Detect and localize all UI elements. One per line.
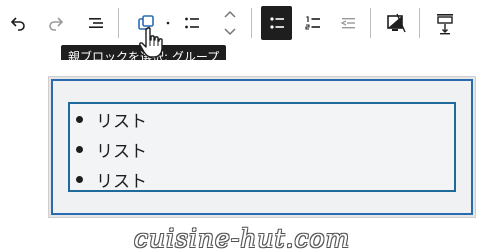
document-overview-button[interactable] [82, 6, 110, 40]
color-fill-icon [387, 13, 406, 33]
redo-icon [49, 17, 64, 31]
toolbar-divider [370, 8, 371, 38]
chevron-up-down-icon [224, 10, 236, 36]
watermark: cuisine-hut.com [134, 224, 351, 252]
list-item-text[interactable]: リスト [96, 137, 147, 162]
outdent-icon [340, 18, 355, 29]
block-mover[interactable] [216, 6, 244, 40]
bullet-icon [76, 145, 83, 153]
unordered-list-button[interactable] [261, 6, 292, 40]
block-toolbar [0, 0, 488, 48]
bullet-icon [76, 115, 83, 123]
list-item-text[interactable]: リスト [96, 107, 147, 132]
list-block-icon [185, 17, 199, 29]
list-item-text[interactable]: リスト [96, 167, 147, 192]
outdent-button[interactable] [334, 6, 362, 40]
spacing-button[interactable] [430, 6, 460, 40]
bullet-icon [76, 175, 83, 183]
toolbar-divider [419, 8, 420, 38]
numbered-list-icon [305, 16, 320, 30]
redo-button[interactable] [42, 6, 70, 40]
undo-icon [10, 17, 25, 31]
list-view-icon [89, 18, 103, 28]
hand-cursor-icon [139, 27, 163, 58]
block-type-button[interactable] [178, 6, 206, 40]
toolbar-divider [118, 8, 119, 38]
undo-button[interactable] [4, 6, 32, 40]
color-button[interactable] [382, 6, 410, 40]
vertical-spacing-icon [437, 14, 453, 35]
toolbar-divider [251, 8, 252, 38]
list-block[interactable]: リスト リスト リスト [68, 102, 456, 192]
ordered-list-button[interactable] [299, 6, 327, 40]
bulleted-list-icon [269, 17, 284, 29]
